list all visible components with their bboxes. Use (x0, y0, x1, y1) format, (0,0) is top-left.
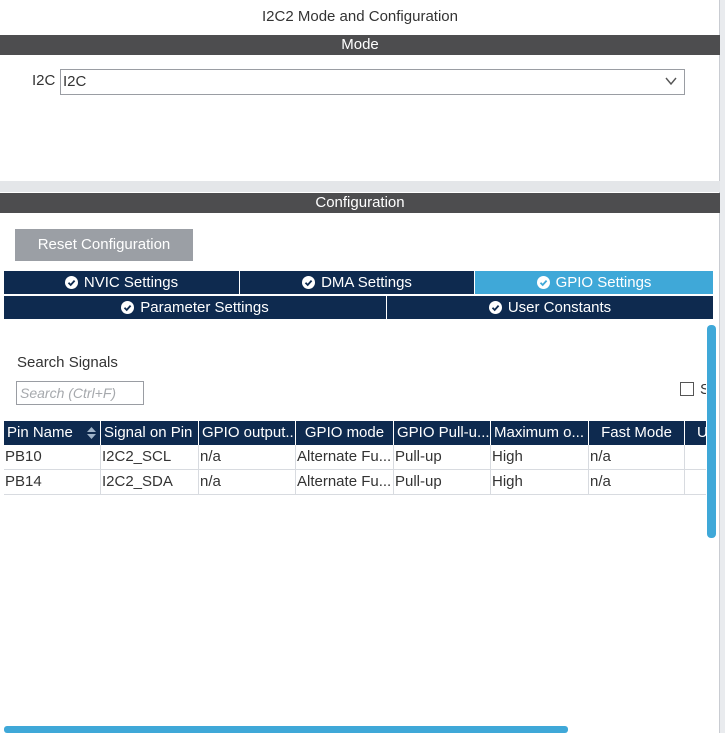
tab-nvic-settings[interactable]: NVIC Settings (4, 271, 240, 294)
cell-pin-name: PB10 (4, 445, 101, 469)
i2c-label: I2C (32, 72, 56, 89)
cell-maximum-output: High (491, 470, 589, 494)
cell-user-label (685, 445, 706, 469)
column-header-pin-name[interactable]: Pin Name (4, 421, 101, 445)
column-header-signal[interactable]: Signal on Pin (101, 421, 199, 445)
check-circle-icon (536, 276, 550, 289)
cell-gpio-pull: Pull-up (394, 445, 491, 469)
tab-user-constants[interactable]: User Constants (387, 296, 714, 319)
i2c-mode-value: I2C (63, 73, 87, 90)
check-circle-icon (302, 276, 316, 289)
cell-pin-name: PB14 (4, 470, 101, 494)
column-header-gpio-output[interactable]: GPIO output... (199, 421, 296, 445)
right-border (720, 0, 725, 733)
section-separator (0, 181, 720, 192)
sort-icon (87, 427, 96, 439)
cell-fast-mode: n/a (589, 445, 685, 469)
cell-gpio-mode: Alternate Fu... (296, 445, 394, 469)
tab-label: NVIC Settings (83, 274, 179, 291)
cell-fast-mode: n/a (589, 470, 685, 494)
search-signals-input[interactable]: Search (Ctrl+F) (16, 381, 144, 405)
chevron-down-icon (665, 77, 677, 86)
cell-signal: I2C2_SDA (101, 470, 199, 494)
tab-parameter-settings[interactable]: Parameter Settings (4, 296, 387, 319)
cell-gpio-pull: Pull-up (394, 470, 491, 494)
check-circle-icon (64, 276, 78, 289)
i2c-mode-select[interactable]: I2C (60, 69, 685, 95)
tab-label: DMA Settings (321, 274, 412, 291)
show-checkbox[interactable] (680, 382, 694, 396)
cell-signal: I2C2_SCL (101, 445, 199, 469)
tab-label: User Constants (507, 299, 612, 316)
cell-user-label (685, 470, 706, 494)
check-circle-icon (488, 301, 502, 314)
reset-configuration-button[interactable]: Reset Configuration (15, 229, 193, 261)
table-header: Pin Name Signal on Pin GPIO output... GP… (4, 421, 716, 445)
column-header-gpio-mode[interactable]: GPIO mode (296, 421, 394, 445)
table-row[interactable]: PB10 I2C2_SCL n/a Alternate Fu... Pull-u… (4, 445, 706, 470)
vertical-scrollbar-thumb[interactable] (707, 325, 716, 538)
cell-maximum-output: High (491, 445, 589, 469)
cell-gpio-mode: Alternate Fu... (296, 470, 394, 494)
column-header-gpio-pull[interactable]: GPIO Pull-u... (394, 421, 491, 445)
tab-gpio-settings[interactable]: GPIO Settings (475, 271, 714, 294)
tab-dma-settings[interactable]: DMA Settings (240, 271, 475, 294)
cell-gpio-output: n/a (199, 470, 296, 494)
tab-label: GPIO Settings (555, 274, 652, 291)
column-header-maximum-output[interactable]: Maximum o... (491, 421, 589, 445)
mode-section-header: Mode (0, 35, 720, 55)
configuration-section-header: Configuration (0, 193, 720, 213)
check-circle-icon (121, 301, 135, 314)
search-signals-label: Search Signals (17, 354, 118, 371)
column-header-fast-mode[interactable]: Fast Mode (589, 421, 685, 445)
tab-label: Parameter Settings (140, 299, 269, 316)
cell-gpio-output: n/a (199, 445, 296, 469)
table-row[interactable]: PB14 I2C2_SDA n/a Alternate Fu... Pull-u… (4, 470, 706, 495)
window-title: I2C2 Mode and Configuration (262, 8, 458, 25)
horizontal-scrollbar-thumb[interactable] (4, 726, 568, 733)
